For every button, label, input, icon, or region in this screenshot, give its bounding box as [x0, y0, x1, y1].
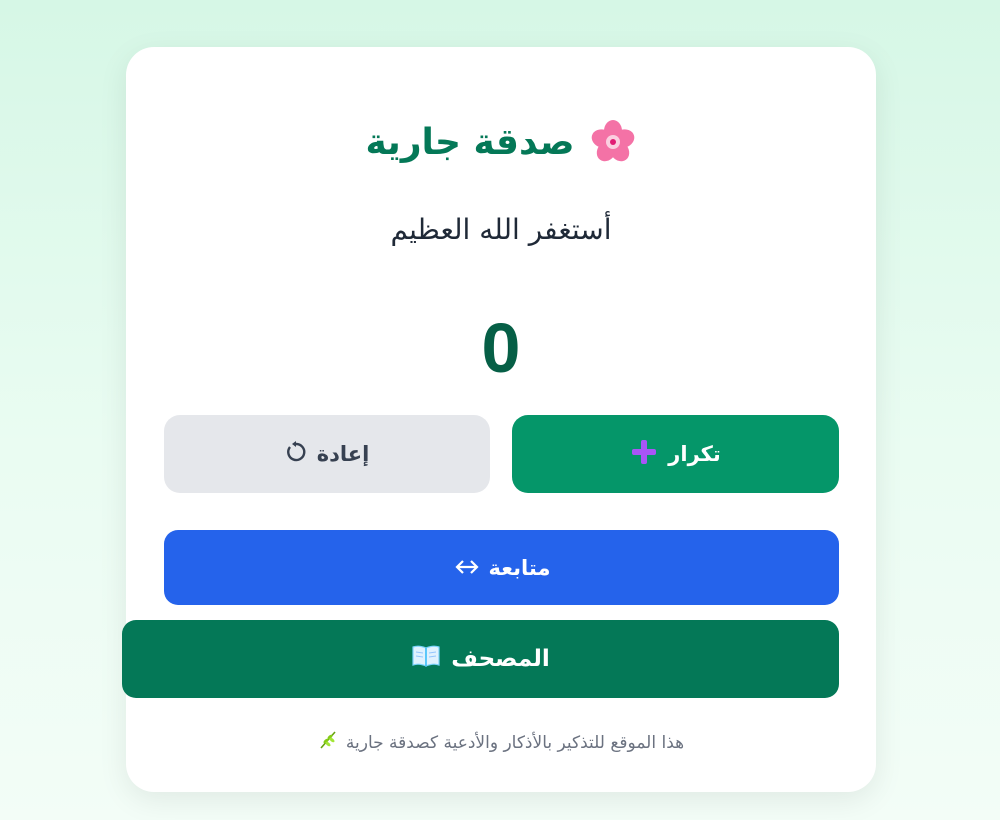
arrow-icon	[453, 556, 479, 580]
dhikr-text: أستغفر الله العظيم	[390, 213, 612, 246]
plus-icon	[630, 438, 658, 471]
refresh-icon	[285, 440, 307, 468]
reset-button[interactable]: إعادة	[164, 415, 490, 493]
herb-icon	[318, 730, 338, 755]
counter-value: 0	[481, 309, 521, 387]
page-title: صدقة جارية	[126, 118, 876, 166]
footer-note: هذا الموقع للتذكير بالأذكار والأدعية كصد…	[126, 730, 876, 755]
continue-button[interactable]: متابعة	[164, 530, 839, 605]
continue-button-label: متابعة	[488, 555, 551, 580]
cherry-blossom-icon	[589, 118, 637, 166]
repeat-button-label: تكرار	[668, 442, 721, 466]
mushaf-button-label: المصحف	[451, 646, 550, 672]
reset-button-label: إعادة	[316, 442, 370, 466]
repeat-button[interactable]: تكرار	[512, 415, 839, 493]
title-text: صدقة جارية	[365, 121, 575, 163]
mushaf-button[interactable]: المصحف	[122, 620, 839, 698]
footer-text: هذا الموقع للتذكير بالأذكار والأدعية كصد…	[345, 732, 685, 753]
book-icon	[411, 644, 441, 674]
